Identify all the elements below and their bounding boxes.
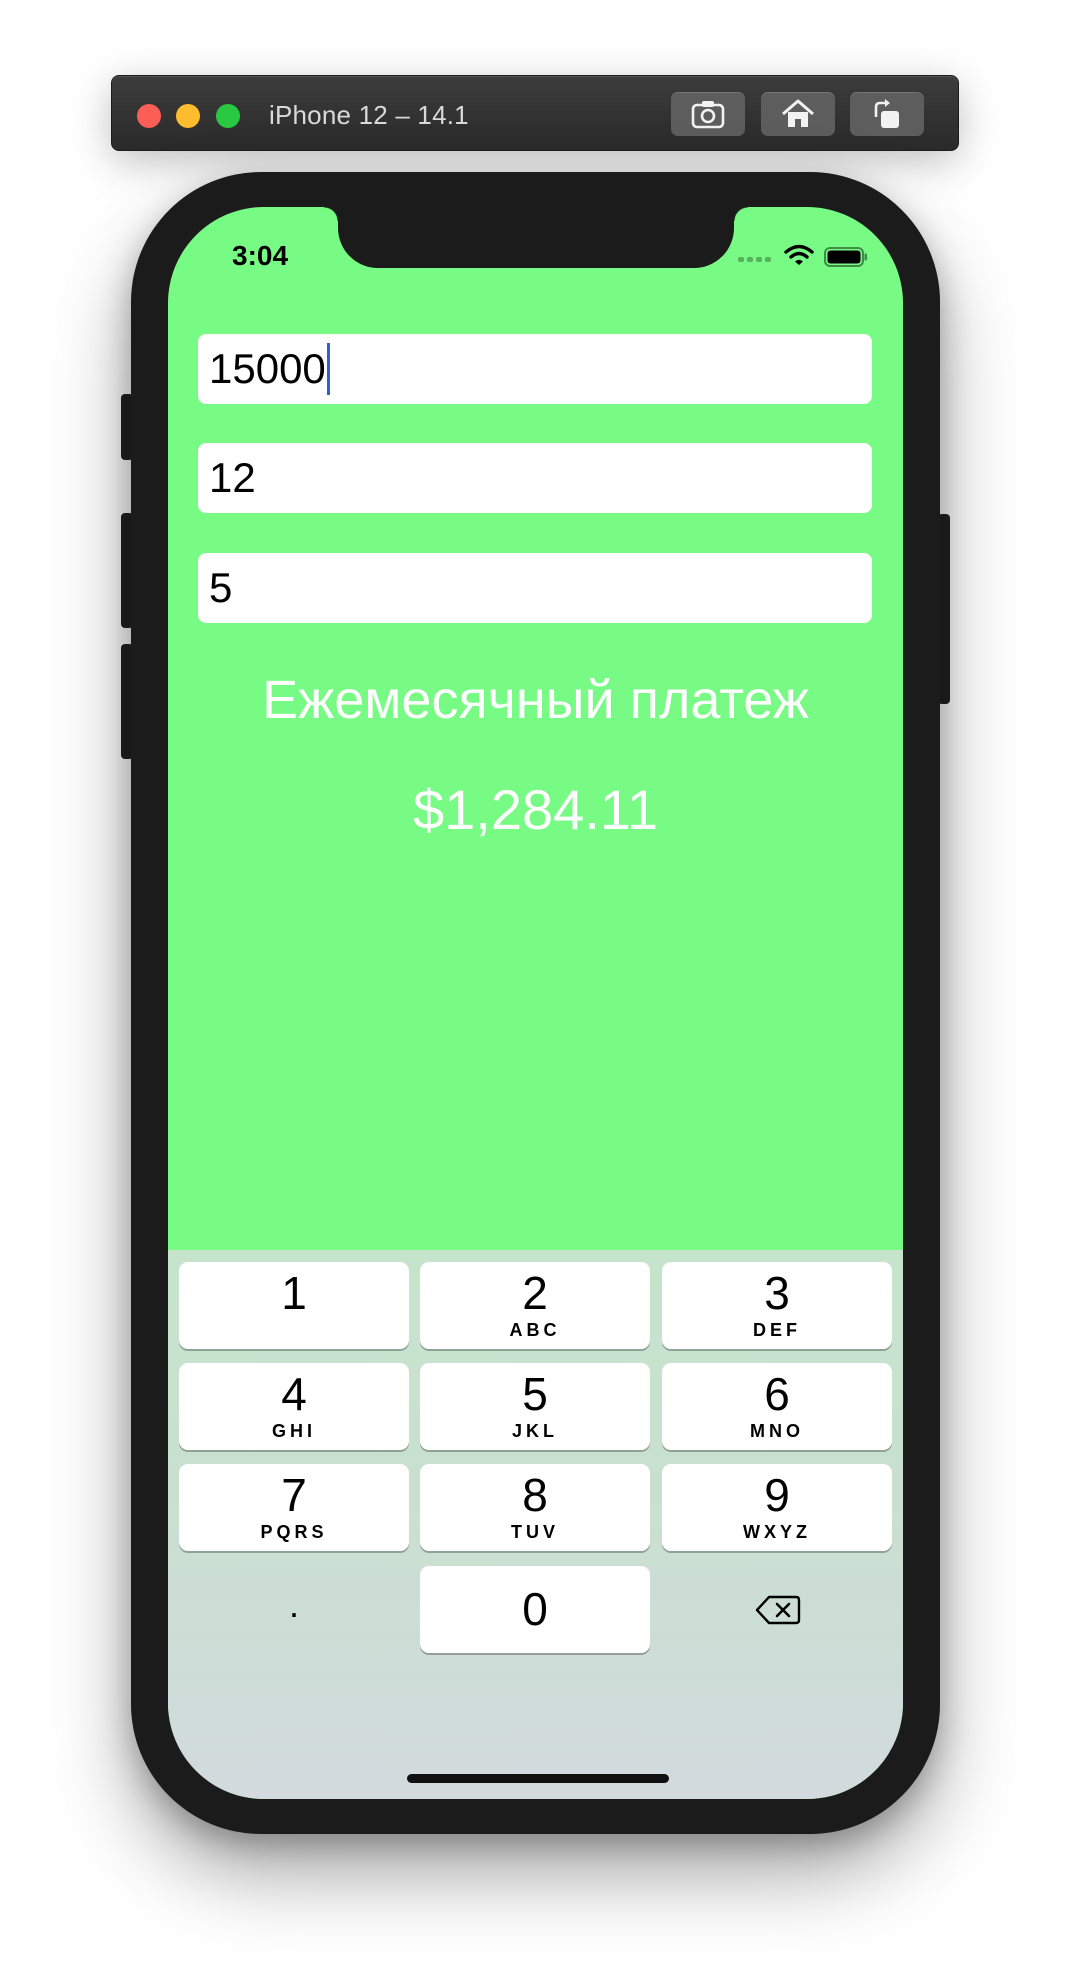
battery-icon — [824, 247, 867, 267]
key-letters: PQRS — [260, 1522, 328, 1542]
window-title: iPhone 12 – 14.1 — [269, 100, 469, 130]
status-time: 3:04 — [232, 240, 289, 271]
key-7[interactable]: 7 PQRS — [179, 1464, 409, 1551]
text-cursor — [326, 342, 330, 395]
loan-term-input[interactable]: 12 — [198, 443, 872, 513]
key-letters: GHI — [271, 1421, 316, 1441]
monthly-payment-title: Ежемесячный платеж — [262, 670, 809, 730]
screenshot-icon — [691, 101, 725, 129]
key-digit: . — [288, 1584, 299, 1625]
key-5[interactable]: 5 JKL — [420, 1363, 650, 1450]
home-indicator[interactable] — [407, 1774, 669, 1783]
app-screen: 3:04 15000 12 5 Ежемесячный платеж $1,28… — [168, 207, 903, 1799]
key-decimal[interactable]: . — [179, 1566, 409, 1653]
key-3[interactable]: 3 DEF — [662, 1262, 892, 1349]
key-digit: 3 — [764, 1267, 790, 1319]
home-icon — [782, 99, 814, 127]
cellular-dots-icon — [738, 257, 772, 263]
backspace-icon — [755, 1595, 801, 1625]
zoom-window-button[interactable] — [216, 104, 240, 128]
simulator-stage: iPhone 12 – 14.1 3:04 15000 12 5 Ежемеся… — [0, 0, 1070, 1984]
wifi-icon — [784, 244, 814, 265]
key-9[interactable]: 9 WXYZ — [662, 1464, 892, 1551]
close-window-button[interactable] — [137, 104, 161, 128]
key-digit: 4 — [281, 1368, 307, 1420]
key-digit: 6 — [764, 1368, 790, 1420]
key-4[interactable]: 4 GHI — [179, 1363, 409, 1450]
key-digit: 1 — [281, 1267, 307, 1319]
key-digit: 0 — [522, 1583, 548, 1635]
key-0[interactable]: 0 — [420, 1566, 650, 1653]
key-letters: DEF — [753, 1320, 801, 1340]
key-6[interactable]: 6 MNO — [662, 1363, 892, 1450]
key-letters: JKL — [511, 1421, 558, 1441]
monthly-payment-amount: $1,284.11 — [413, 778, 658, 841]
rotate-button[interactable] — [850, 92, 924, 136]
loan-term-value: 12 — [209, 454, 256, 501]
key-letters: WXYZ — [743, 1522, 811, 1542]
key-letters: TUV — [511, 1522, 559, 1542]
numeric-keypad: 1 2 ABC 3 DEF 4 GHI 5 JKL 6 MNO 7 PQRS 8… — [168, 1250, 903, 1799]
screenshot-button[interactable] — [671, 92, 745, 136]
key-2[interactable]: 2 ABC — [420, 1262, 650, 1349]
key-digit: 5 — [522, 1368, 548, 1420]
rotate-icon — [874, 99, 899, 128]
minimize-window-button[interactable] — [176, 104, 200, 128]
notch — [324, 207, 748, 268]
loan-amount-value: 15000 — [209, 345, 326, 392]
simulator-title-bar: iPhone 12 – 14.1 — [111, 75, 959, 151]
key-digit: 7 — [281, 1469, 307, 1521]
interest-rate-input[interactable]: 5 — [198, 553, 872, 623]
key-digit: 2 — [522, 1267, 548, 1319]
key-1[interactable]: 1 — [179, 1262, 409, 1349]
key-letters: ABC — [509, 1320, 561, 1340]
key-8[interactable]: 8 TUV — [420, 1464, 650, 1551]
loan-amount-input[interactable]: 15000 — [198, 334, 872, 404]
iphone-device-frame: 3:04 15000 12 5 Ежемесячный платеж $1,28… — [131, 172, 940, 1834]
key-digit: 9 — [764, 1469, 790, 1521]
interest-rate-value: 5 — [209, 564, 233, 611]
home-button[interactable] — [761, 92, 835, 136]
key-letters: MNO — [750, 1421, 804, 1441]
key-digit: 8 — [522, 1469, 548, 1521]
key-backspace[interactable] — [662, 1566, 892, 1653]
